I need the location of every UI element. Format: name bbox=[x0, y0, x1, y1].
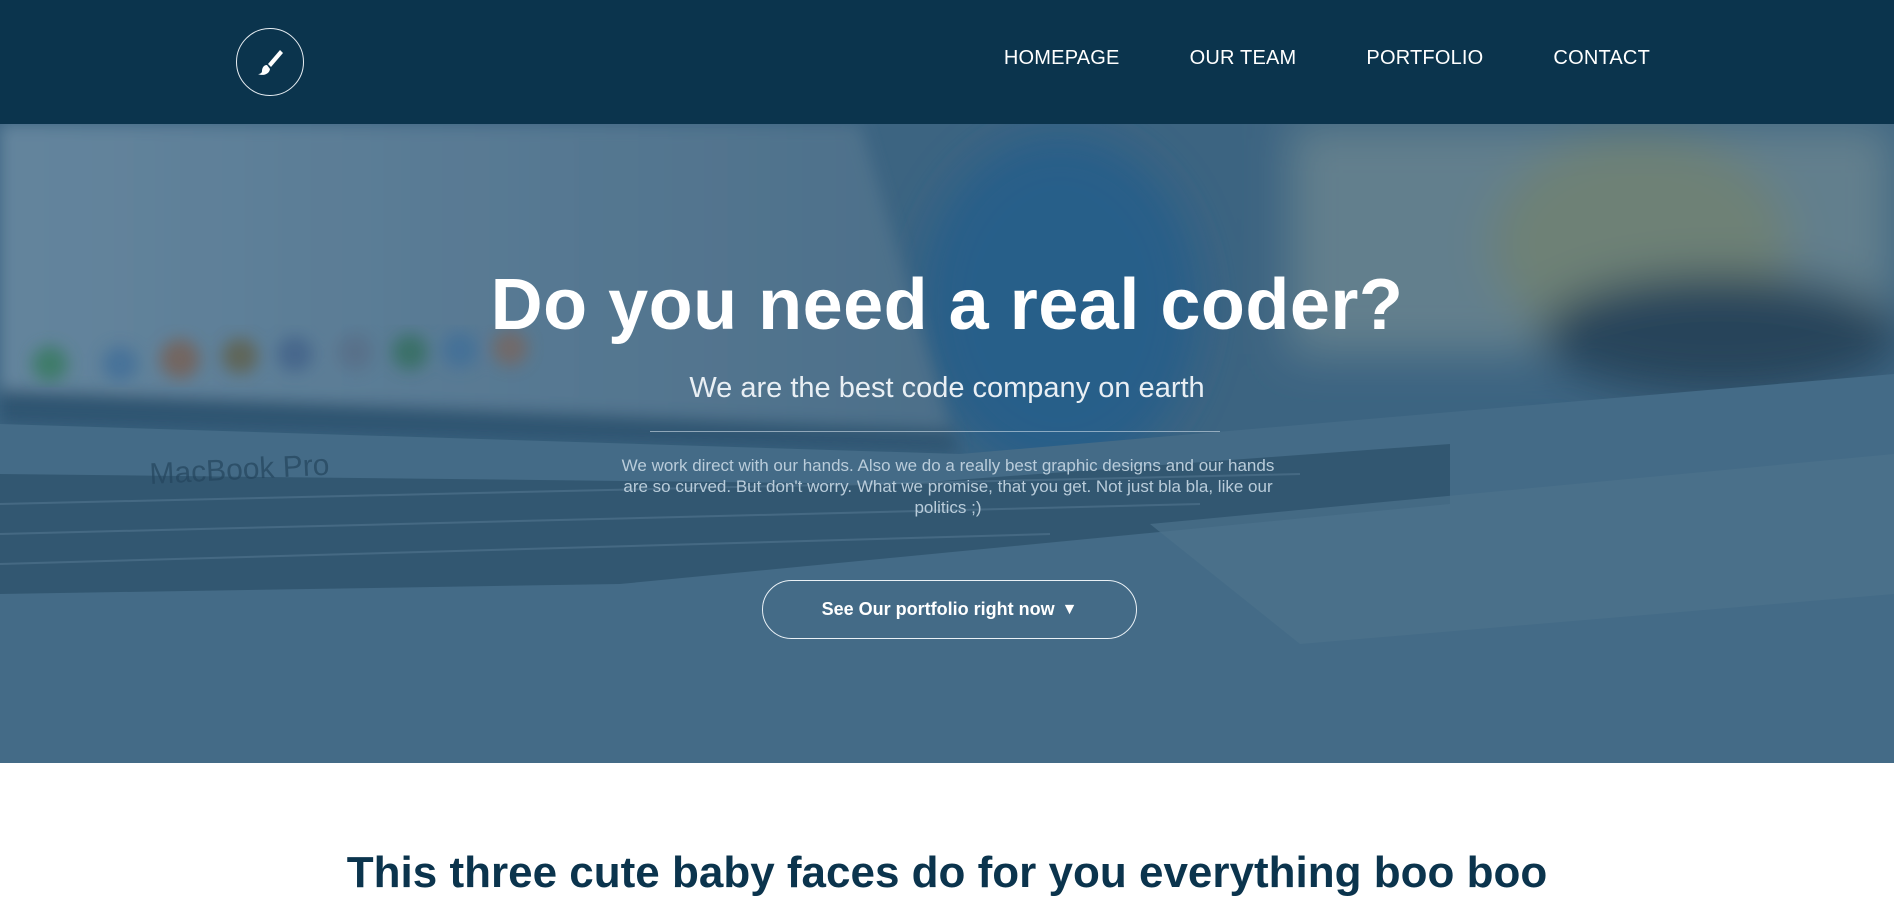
nav-item-homepage[interactable]: HOMEPAGE bbox=[1004, 47, 1120, 70]
triangle-down-icon: ▼ bbox=[1061, 600, 1078, 618]
paintbrush-icon bbox=[258, 50, 283, 75]
nav-item-contact[interactable]: CONTACT bbox=[1553, 47, 1650, 70]
hero-title: Do you need a real coder? bbox=[490, 265, 1404, 345]
nav-item-our-team[interactable]: OUR TEAM bbox=[1190, 47, 1297, 70]
navbar: HOMEPAGE OUR TEAM PORTFOLIO CONTACT bbox=[0, 0, 1894, 124]
team-section-title: This three cute baby faces do for you ev… bbox=[346, 848, 1548, 897]
hero-section: MacBook Pro Do you need a real coder? We… bbox=[0, 124, 1894, 763]
logo[interactable] bbox=[236, 28, 304, 96]
portfolio-button[interactable]: See Our portfolio right now ▼ bbox=[762, 580, 1137, 639]
hero-overlay bbox=[0, 124, 1894, 763]
main-nav: HOMEPAGE OUR TEAM PORTFOLIO CONTACT bbox=[1004, 47, 1650, 70]
hero-description: We work direct with our hands. Also we d… bbox=[621, 456, 1275, 517]
hero-subtitle: We are the best code company on earth bbox=[689, 372, 1205, 404]
nav-item-portfolio[interactable]: PORTFOLIO bbox=[1366, 47, 1483, 70]
portfolio-button-label: See Our portfolio right now bbox=[821, 599, 1055, 619]
hero-divider bbox=[650, 431, 1220, 432]
